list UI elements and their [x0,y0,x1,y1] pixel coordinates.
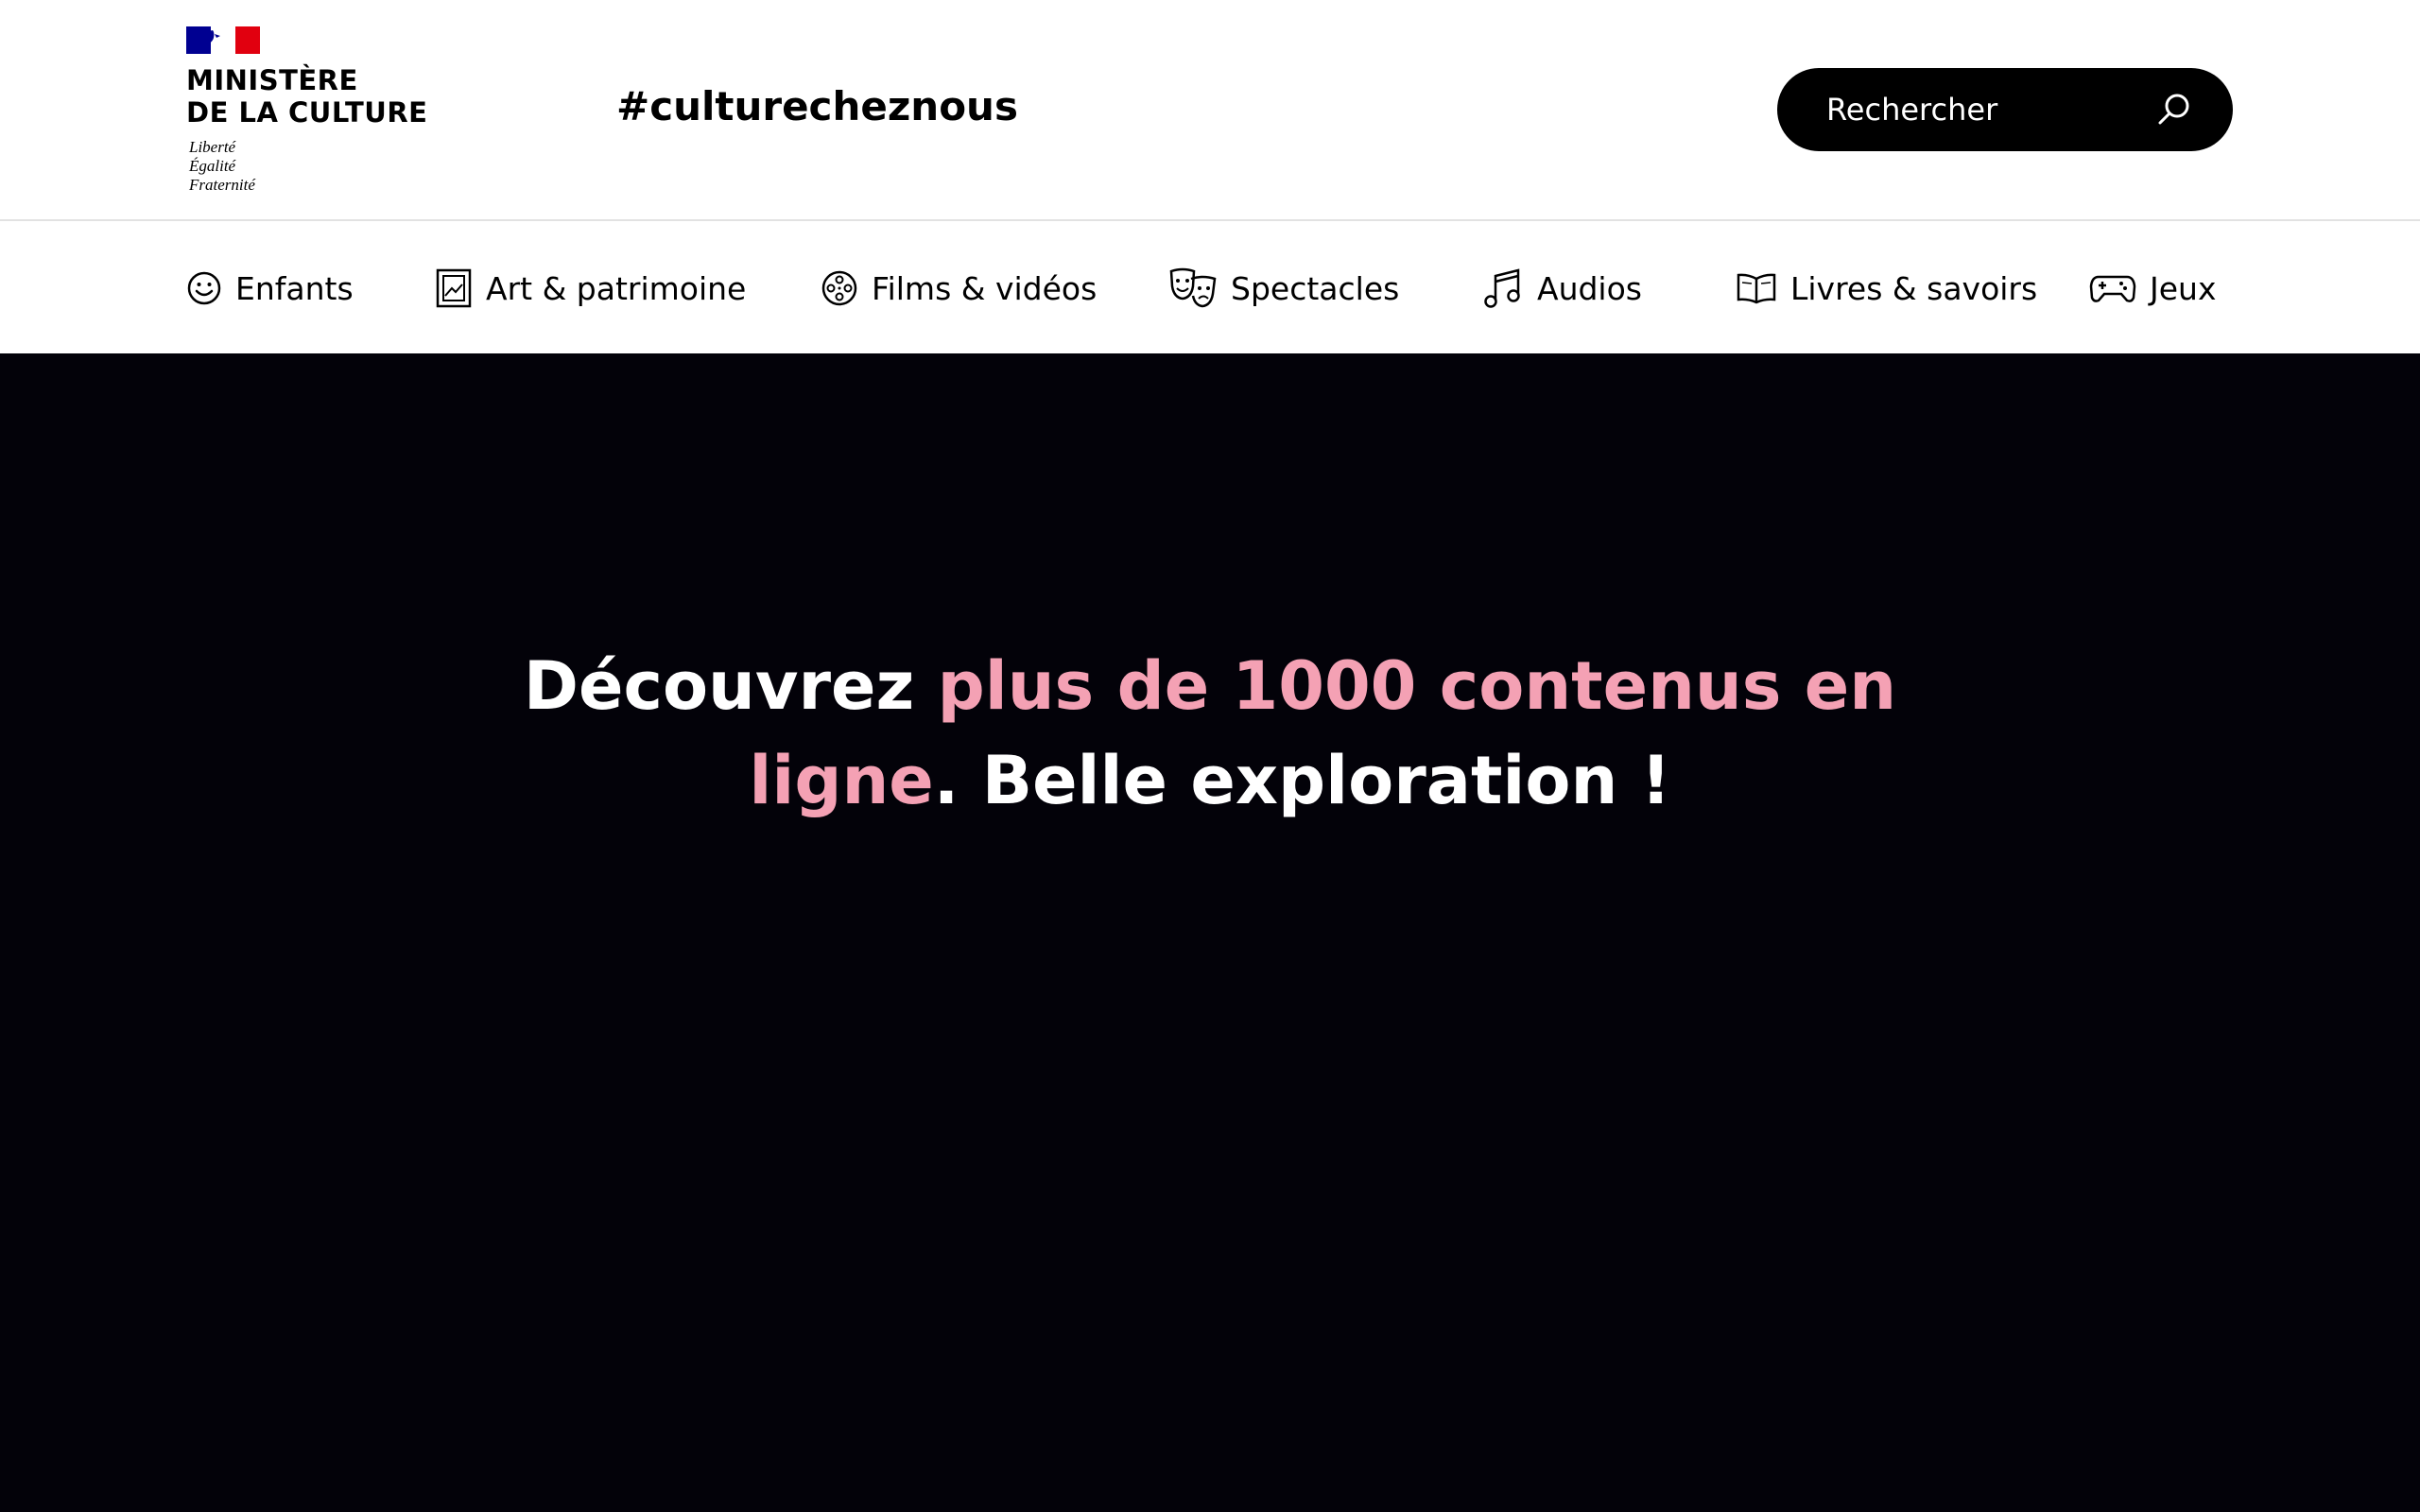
hero-title-part-1: Découvrez [523,647,938,725]
nav-label-films-videos: Films & vidéos [872,269,1098,307]
nav-label-audios: Audios [1537,269,1642,307]
film-reel-icon [821,270,857,306]
nav-item-livres-savoirs[interactable]: Livres & savoirs [1736,223,2037,353]
nav-label-enfants: Enfants [235,269,354,307]
site-header: MINISTÈRE DE LA CULTURE Liberté Égalité … [0,0,2420,221]
ministry-name: MINISTÈRE DE LA CULTURE [186,64,427,129]
search-icon[interactable] [2155,91,2193,129]
ministry-line-1: MINISTÈRE [186,64,358,96]
nav-label-art-patrimoine: Art & patrimoine [486,269,747,307]
nav-item-audios[interactable]: Audios [1482,223,1642,353]
nav-label-spectacles: Spectacles [1231,269,1400,307]
theater-masks-icon [1169,267,1217,308]
hero-section: Découvrez plus de 1000 contenus en ligne.… [0,353,2420,1512]
french-flag-icon [186,26,260,54]
site-title-hashtag[interactable]: #culturecheznous [616,80,1018,133]
nav-label-livres-savoirs: Livres & savoirs [1790,269,2038,307]
ministry-line-2: DE LA CULTURE [186,96,428,129]
music-note-icon [1484,268,1520,308]
nav-item-spectacles[interactable]: Spectacles [1168,223,1399,353]
nav-item-enfants[interactable]: Enfants [186,223,354,353]
hero-title-part-2: . Belle exploration ! [933,742,1671,819]
motto-egalite: Égalité [189,157,236,175]
search-input[interactable] [1824,68,2146,151]
republic-motto: Liberté Égalité Fraternité [189,138,255,195]
search-bar[interactable] [1777,68,2233,151]
nav-item-jeux[interactable]: Jeux [2089,223,2216,353]
open-book-icon [1737,273,1776,304]
nav-label-jeux: Jeux [2150,269,2217,307]
hero-title: Découvrez plus de 1000 contenus en ligne.… [454,639,1966,828]
gamepad-icon [2089,275,2136,302]
ministry-logo[interactable]: MINISTÈRE DE LA CULTURE Liberté Égalité … [186,26,432,197]
hero-title-highlight-2: ligne [749,742,934,819]
nav-item-art-patrimoine[interactable]: Art & patrimoine [435,223,746,353]
nav-item-films-videos[interactable]: Films & vidéos [821,223,1097,353]
picture-frame-icon [436,268,472,308]
hero-title-highlight-1: plus de 1000 contenus en [937,647,1897,725]
motto-fraternite: Fraternité [189,176,255,194]
smiley-icon [187,271,221,305]
main-navigation: Enfants Art & patrimoine Films & vidéos [0,223,2420,353]
motto-liberte: Liberté [189,138,236,156]
